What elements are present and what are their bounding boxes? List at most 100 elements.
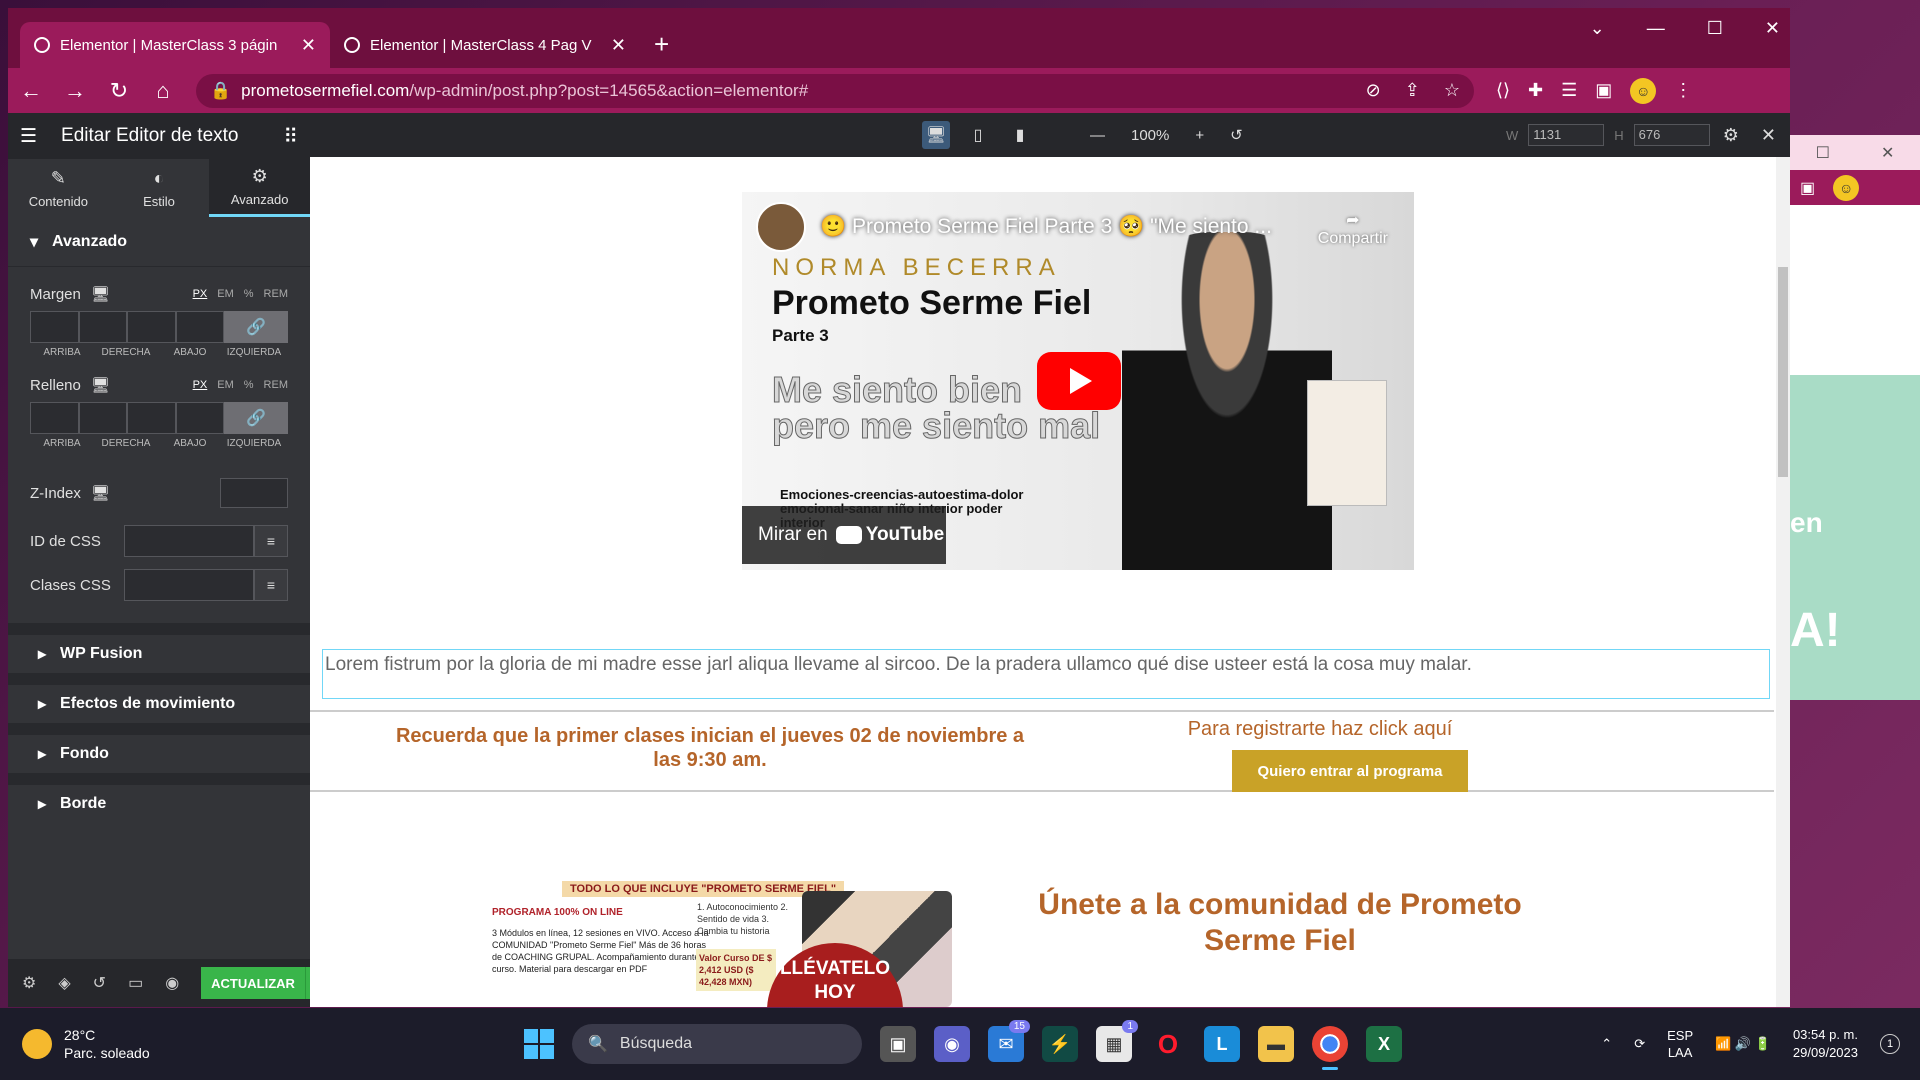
canvas-scrollbar[interactable] [1776, 157, 1790, 1007]
windows-start-icon[interactable] [524, 1029, 554, 1059]
zindex-input[interactable] [220, 478, 288, 508]
margin-right-input[interactable] [78, 311, 127, 343]
tab-close-icon[interactable]: ✕ [611, 35, 626, 56]
unit-percent[interactable]: % [244, 379, 254, 391]
notification-badge[interactable]: 1 [1880, 1034, 1900, 1054]
padding-top-input[interactable] [30, 402, 79, 434]
padding-left-input[interactable] [175, 402, 224, 434]
close-window-button[interactable]: ✕ [1765, 18, 1780, 39]
tab-masterclass-4[interactable]: Elementor | MasterClass 4 Pag V ✕ [330, 22, 640, 68]
join-program-button[interactable]: Quiero entrar al programa [1232, 750, 1468, 792]
tab-close-icon[interactable]: ✕ [301, 35, 316, 56]
opera-browser-icon[interactable]: O [1150, 1026, 1186, 1062]
maximize-icon[interactable]: ☐ [1816, 143, 1830, 163]
history-icon[interactable]: ↺ [93, 973, 106, 993]
close-icon[interactable]: ✕ [1761, 125, 1776, 146]
dev-extension-icon[interactable]: ⟨⟩ [1496, 80, 1510, 101]
section-avanzado-header[interactable]: ▾ Avanzado [8, 217, 310, 267]
tab-search-icon[interactable]: ⌄ [1590, 18, 1605, 39]
css-id-input[interactable] [124, 525, 254, 557]
tab-estilo[interactable]: ◐ Estilo [109, 159, 210, 217]
home-icon[interactable]: ⌂ [152, 78, 174, 104]
minimize-button[interactable]: — [1647, 18, 1665, 39]
back-arrow-icon[interactable]: ← [20, 78, 42, 104]
widgets-grid-icon[interactable]: ⠿ [283, 124, 298, 149]
lock-icon[interactable]: 🔒 [210, 81, 231, 101]
unit-px[interactable]: PX [193, 288, 208, 300]
padding-right-input[interactable] [78, 402, 127, 434]
text-editor-widget[interactable]: Lorem fistrum por la gloria de mi madre … [322, 649, 1770, 699]
desktop-icon[interactable]: 🖥 [91, 285, 110, 303]
zoom-out-icon[interactable]: — [1090, 127, 1105, 144]
language-indicator[interactable]: ESP LAA [1667, 1027, 1693, 1061]
watch-on-youtube-button[interactable]: Mirar en YouTube [742, 506, 946, 564]
desktop-icon[interactable]: 🖥 [91, 376, 110, 394]
unit-percent[interactable]: % [244, 288, 254, 300]
terminal-app-icon[interactable]: ⚡ [1042, 1026, 1078, 1062]
eye-off-icon[interactable]: ⊘ [1366, 80, 1381, 101]
tablet-device-icon[interactable]: ▯ [964, 121, 992, 149]
apps-grid-icon[interactable]: ▦ 1 [1096, 1020, 1138, 1062]
sidepanel-icon[interactable]: ▣ [1800, 178, 1815, 198]
task-view-icon[interactable]: ▣ [880, 1026, 916, 1062]
wifi-volume-battery-icons[interactable]: 📶 🔊 🔋 [1715, 1036, 1771, 1052]
profile-avatar[interactable]: ☺ [1833, 174, 1860, 201]
taskbar-search[interactable]: 🔍 Búsqueda [572, 1024, 862, 1064]
scrollbar-thumb[interactable] [1778, 267, 1788, 477]
unit-rem[interactable]: REM [264, 288, 288, 300]
reload-icon[interactable]: ↻ [108, 78, 130, 104]
video-title[interactable]: 🙂 Prometo Serme Fiel Parte 3 🥺 "Me sient… [820, 215, 1272, 239]
share-button[interactable]: ➦ Compartir [1318, 210, 1388, 248]
link-values-icon[interactable]: 🔗 [224, 311, 288, 343]
share-icon[interactable]: ⇪ [1405, 80, 1420, 101]
tab-masterclass-3[interactable]: Elementor | MasterClass 3 págin ✕ [20, 22, 330, 68]
hamburger-menu-icon[interactable]: ☰ [20, 125, 37, 148]
navigator-layers-icon[interactable]: ◈ [58, 973, 70, 993]
css-classes-input[interactable] [124, 569, 254, 601]
bookmark-star-icon[interactable]: ☆ [1444, 80, 1460, 101]
sidepanel-icon[interactable]: ▣ [1595, 80, 1612, 101]
channel-avatar[interactable] [756, 202, 806, 252]
link-values-icon[interactable]: 🔗 [224, 402, 288, 434]
clock[interactable]: 03:54 p. m. 29/09/2023 [1793, 1026, 1858, 1062]
media-queue-icon[interactable]: ☰ [1561, 80, 1577, 101]
section-efectos-movimiento[interactable]: ▸ Efectos de movimiento [8, 673, 310, 723]
l-app-icon[interactable]: L [1204, 1026, 1240, 1062]
mail-icon[interactable]: ✉ 15 [988, 1020, 1030, 1062]
height-input[interactable]: 676 [1633, 124, 1710, 146]
menu-kebab-icon[interactable]: ⋮ [1674, 80, 1692, 101]
profile-avatar[interactable]: ☺ [1630, 77, 1657, 104]
settings-gear-icon[interactable]: ⚙ [1723, 125, 1739, 146]
section-borde[interactable]: ▸ Borde [8, 773, 310, 823]
sync-icon[interactable]: ⟳ [1634, 1036, 1645, 1052]
settings-gear-icon[interactable]: ⚙ [22, 973, 36, 993]
tray-chevron-icon[interactable]: ⌃ [1601, 1036, 1612, 1052]
chrome-browser-icon[interactable] [1312, 1026, 1348, 1070]
dynamic-tags-icon[interactable]: ≡ [254, 569, 288, 601]
desktop-icon[interactable]: 🖥 [91, 484, 110, 502]
tab-contenido[interactable]: ✎ Contenido [8, 159, 109, 217]
maximize-button[interactable]: ☐ [1707, 18, 1723, 39]
meet-video-icon[interactable]: ◉ [934, 1026, 970, 1062]
margin-top-input[interactable] [30, 311, 79, 343]
unit-em[interactable]: EM [217, 379, 234, 391]
section-wp-fusion[interactable]: ▸ WP Fusion [8, 623, 310, 673]
play-button[interactable] [1037, 352, 1121, 410]
weather-widget[interactable]: 28°C Parc. soleado [22, 1026, 150, 1062]
width-input[interactable]: 1131 [1528, 124, 1605, 146]
file-explorer-icon[interactable]: ▬ [1258, 1026, 1294, 1062]
preview-eye-icon[interactable]: ◉ [165, 973, 179, 993]
excel-icon[interactable]: X [1366, 1026, 1402, 1062]
reset-zoom-icon[interactable]: ↺ [1230, 126, 1243, 144]
new-tab-button[interactable]: + [654, 29, 669, 60]
zoom-in-icon[interactable]: + [1195, 127, 1204, 144]
unit-rem[interactable]: REM [264, 379, 288, 391]
unit-em[interactable]: EM [217, 288, 234, 300]
desktop-device-icon[interactable]: 🖥 [922, 121, 950, 149]
forward-arrow-icon[interactable]: → [64, 78, 86, 104]
extensions-puzzle-icon[interactable]: ✚ [1528, 80, 1543, 101]
dynamic-tags-icon[interactable]: ≡ [254, 525, 288, 557]
margin-bottom-input[interactable] [127, 311, 176, 343]
tab-avanzado[interactable]: ⚙ Avanzado [209, 159, 311, 217]
margin-left-input[interactable] [175, 311, 224, 343]
